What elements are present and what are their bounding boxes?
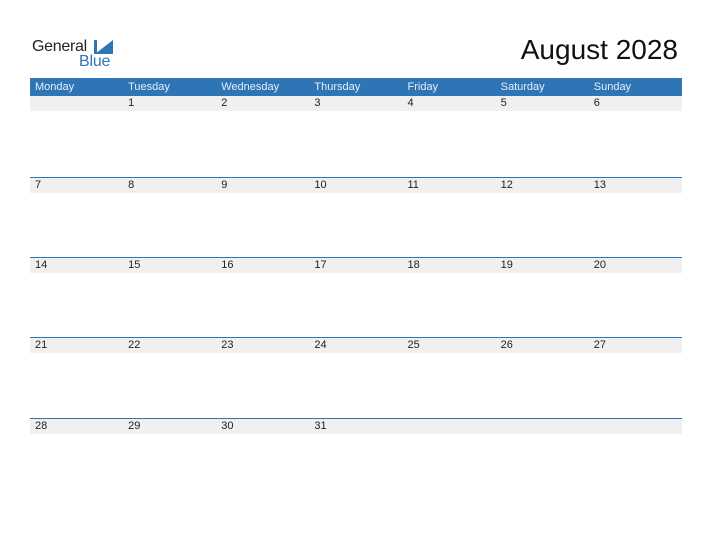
day-cell: 23 xyxy=(221,339,234,351)
day-cell: 16 xyxy=(221,259,234,271)
week-row-3: 14 15 16 17 18 19 20 xyxy=(30,257,682,273)
day-cell: 11 xyxy=(407,179,419,191)
weekday-header: Monday Tuesday Wednesday Thursday Friday… xyxy=(30,78,682,96)
weekday-wednesday: Wednesday xyxy=(221,81,280,93)
day-cell: 2 xyxy=(221,97,228,109)
day-cell: 22 xyxy=(128,339,141,351)
logo: General Blue xyxy=(32,38,122,72)
day-cell: 3 xyxy=(314,97,321,109)
day-cell xyxy=(30,96,123,111)
week-row-2: 7 8 9 10 11 12 13 xyxy=(30,177,682,193)
day-cell: 26 xyxy=(500,339,513,351)
day-cell: 6 xyxy=(593,97,600,109)
day-cell: 30 xyxy=(221,420,234,432)
day-cell xyxy=(403,419,496,434)
logo-text-blue: Blue xyxy=(79,53,111,70)
day-cell: 21 xyxy=(35,339,48,351)
weekday-monday: Monday xyxy=(35,81,75,93)
weekday-friday: Friday xyxy=(407,81,439,93)
day-cell: 14 xyxy=(35,259,48,271)
day-cell: 25 xyxy=(407,339,420,351)
logo-triangle-icon xyxy=(95,40,113,54)
day-cell: 9 xyxy=(221,179,228,191)
day-cell: 31 xyxy=(314,420,327,432)
day-cell: 7 xyxy=(35,179,42,191)
day-cell: 17 xyxy=(314,259,327,271)
day-cell xyxy=(589,419,682,434)
day-cell: 29 xyxy=(128,420,141,432)
day-cell: 18 xyxy=(407,259,420,271)
day-cell: 8 xyxy=(128,179,135,191)
day-cell: 24 xyxy=(314,339,327,351)
day-cell: 13 xyxy=(593,179,606,191)
weekday-tuesday: Tuesday xyxy=(128,81,170,93)
week-row-1: 1 2 3 4 5 6 xyxy=(30,96,682,111)
week-row-4: 21 22 23 24 25 26 27 xyxy=(30,337,682,353)
day-cell: 20 xyxy=(593,259,606,271)
day-cell: 15 xyxy=(128,259,141,271)
week-row-5: 28 29 30 31 xyxy=(30,418,682,434)
day-cell: 28 xyxy=(35,420,48,432)
weekday-thursday: Thursday xyxy=(314,81,361,93)
day-cell: 4 xyxy=(407,97,414,109)
day-cell: 12 xyxy=(500,179,513,191)
calendar-title: August 2028 xyxy=(520,34,678,65)
day-cell xyxy=(496,419,589,434)
day-cell: 5 xyxy=(500,97,507,109)
weekday-sunday: Sunday xyxy=(593,81,632,93)
day-cell: 19 xyxy=(500,259,513,271)
day-cell: 10 xyxy=(314,179,327,191)
weekday-saturday: Saturday xyxy=(500,81,545,93)
day-cell: 27 xyxy=(593,339,606,351)
day-cell: 1 xyxy=(128,97,135,109)
